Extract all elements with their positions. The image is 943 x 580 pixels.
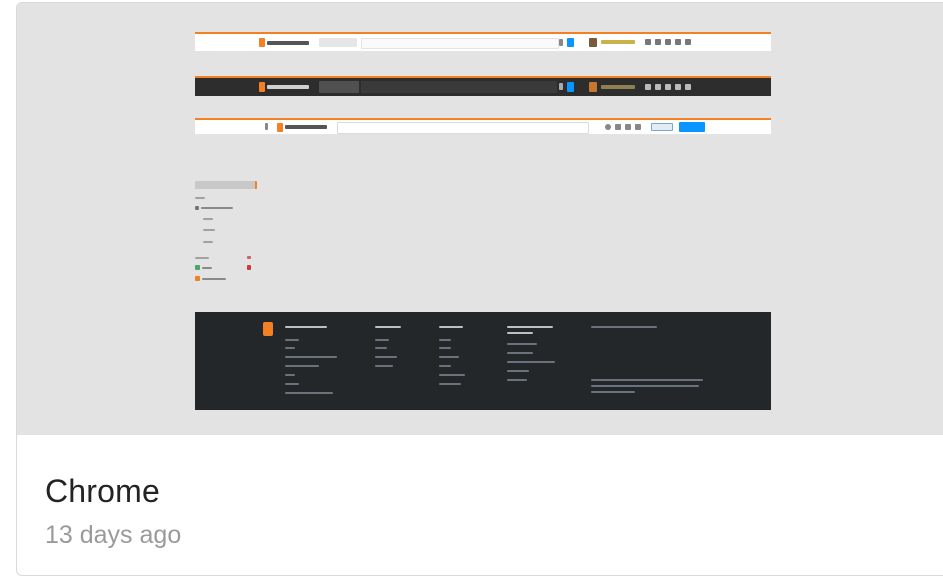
footer-link — [507, 370, 529, 372]
footer-copyright — [591, 385, 699, 387]
footer-link — [285, 356, 337, 358]
search-bar — [337, 122, 589, 134]
preview-footer — [195, 312, 771, 410]
card-title[interactable]: Chrome — [45, 473, 160, 510]
preview-header-light-alt — [195, 118, 771, 134]
footer-logo-icon — [263, 322, 273, 336]
rep-badges — [601, 85, 635, 89]
icon — [635, 124, 641, 130]
footer-link — [285, 347, 295, 349]
icon — [605, 124, 611, 130]
footer-col-heading — [507, 332, 533, 334]
sidebar-line — [201, 207, 233, 209]
icon — [567, 82, 574, 92]
footer-link — [285, 383, 299, 385]
inbox-icon — [645, 84, 651, 90]
footer-col-heading — [507, 326, 553, 328]
menu-icon — [685, 39, 691, 45]
logo-wordmark — [285, 125, 327, 129]
footer-link — [439, 383, 461, 385]
sidebar-home-item — [195, 181, 257, 189]
footer-col-heading — [375, 326, 401, 328]
footer-copyright — [591, 379, 703, 381]
footer-link — [285, 339, 299, 341]
nav-pill — [319, 38, 357, 47]
help-icon — [665, 39, 671, 45]
footer-link — [507, 352, 533, 354]
menu-icon — [685, 84, 691, 90]
footer-social-links — [591, 326, 657, 328]
sidebar-line — [195, 257, 209, 259]
icon — [559, 39, 563, 46]
footer-link — [285, 392, 333, 394]
screenshot-card[interactable]: Chrome 13 days ago — [16, 2, 943, 576]
card-timestamp: 13 days ago — [45, 521, 182, 549]
footer-link — [375, 356, 397, 358]
collectives-icon — [195, 265, 200, 270]
logo-icon — [259, 38, 265, 47]
preview-sidebar — [195, 179, 257, 289]
help-icon — [665, 84, 671, 90]
globe-icon — [195, 206, 199, 210]
icon — [559, 83, 563, 90]
footer-link — [439, 365, 451, 367]
footer-link — [507, 379, 527, 381]
footer-link — [285, 365, 319, 367]
sidebar-line — [202, 267, 212, 269]
footer-copyright — [591, 391, 635, 393]
icon — [615, 124, 621, 130]
rep-badges — [601, 40, 635, 44]
search-bar — [361, 81, 557, 93]
avatar — [589, 82, 597, 92]
review-icon — [675, 84, 681, 90]
footer-link — [439, 347, 451, 349]
avatar — [589, 38, 597, 47]
footer-link — [375, 339, 389, 341]
nav-pill — [319, 81, 359, 93]
sidebar-line — [195, 197, 205, 199]
preview-header-light — [195, 32, 771, 51]
achievements-icon — [655, 39, 661, 45]
sidebar-line — [203, 241, 213, 243]
search-bar — [361, 38, 559, 49]
indicator — [247, 265, 251, 270]
sidebar-line — [203, 218, 213, 220]
logo-wordmark — [267, 85, 309, 89]
achievements-icon — [655, 84, 661, 90]
sidebar-line — [202, 278, 226, 280]
login-button — [651, 123, 673, 131]
footer-link — [375, 347, 387, 349]
hamburger-icon — [265, 123, 268, 130]
footer-link — [439, 356, 459, 358]
logo-icon — [277, 123, 283, 132]
teams-icon — [195, 276, 200, 281]
footer-link — [507, 361, 555, 363]
signup-button — [679, 122, 705, 132]
footer-link — [507, 343, 537, 345]
screenshot-thumbnail[interactable] — [17, 3, 943, 435]
footer-link — [439, 339, 451, 341]
inbox-icon — [645, 39, 651, 45]
review-icon — [675, 39, 681, 45]
icon — [625, 124, 631, 130]
footer-col-heading — [439, 326, 463, 328]
preview-header-dark — [195, 76, 771, 96]
logo-wordmark — [267, 41, 309, 45]
logo-icon — [259, 82, 265, 92]
sidebar-line — [203, 229, 215, 231]
footer-link — [375, 365, 393, 367]
icon — [567, 38, 574, 47]
footer-link — [439, 374, 465, 376]
footer-col-heading — [285, 326, 327, 328]
info-icon — [247, 256, 251, 259]
footer-link — [285, 374, 295, 376]
